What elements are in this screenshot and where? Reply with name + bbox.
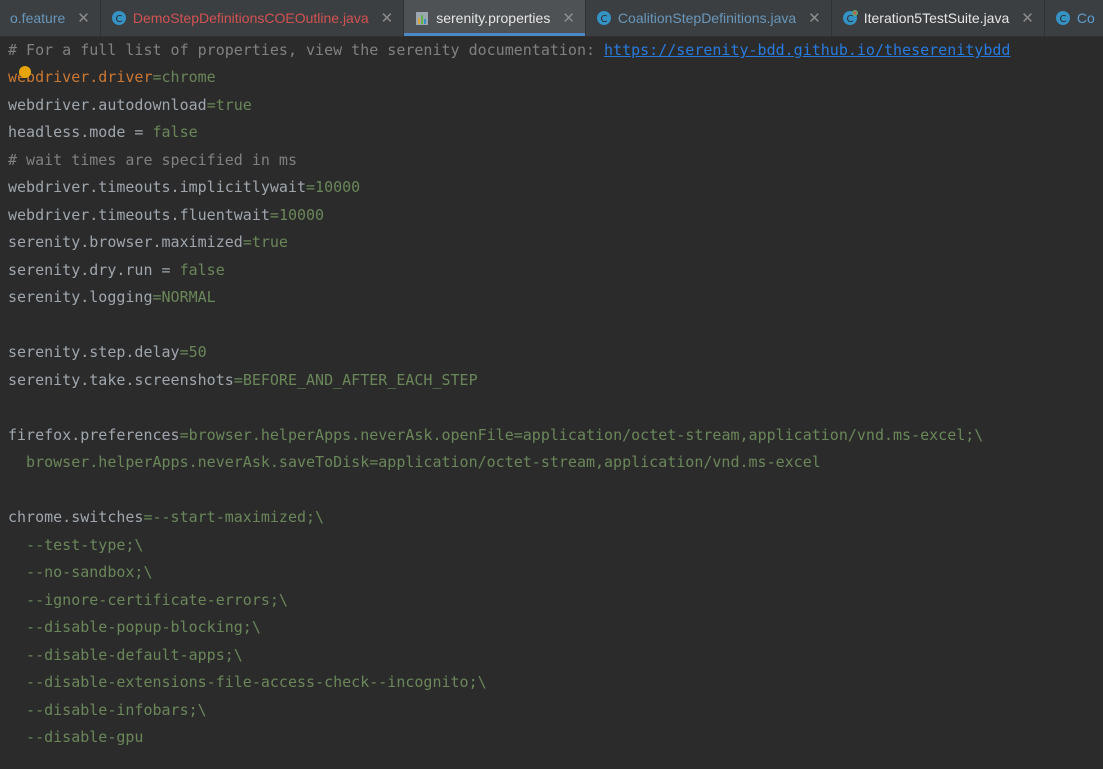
code-line: serenity.dry.run = false xyxy=(8,261,225,279)
code-line: webdriver.timeouts.implicitlywait=10000 xyxy=(8,178,361,196)
close-icon[interactable]: ✕ xyxy=(808,9,821,27)
tab-demo-step-definitions[interactable]: C DemoStepDefinitionsCOEOutline.java ✕ xyxy=(101,0,405,36)
code-line: --ignore-certificate-errors;\ xyxy=(8,591,288,609)
close-icon[interactable]: ✕ xyxy=(562,9,575,27)
close-icon[interactable]: ✕ xyxy=(1021,9,1034,27)
code-line: headless.mode = false xyxy=(8,123,198,141)
tab-label: Co xyxy=(1076,10,1095,26)
code-line: --disable-default-apps;\ xyxy=(8,646,243,664)
tab-feature[interactable]: o.feature ✕ xyxy=(0,0,101,36)
code-line: webdriver.driver=chrome xyxy=(8,68,216,86)
tab-serenity-properties[interactable]: serenity.properties ✕ xyxy=(404,0,586,36)
svg-text:C: C xyxy=(846,14,853,25)
tab-label: o.feature xyxy=(10,10,66,26)
code-line: webdriver.timeouts.fluentwait=10000 xyxy=(8,206,325,224)
svg-text:C: C xyxy=(1059,14,1066,25)
java-test-class-icon: C xyxy=(842,10,858,26)
code-line: --disable-gpu xyxy=(8,728,144,746)
close-icon[interactable]: ✕ xyxy=(77,9,90,27)
tab-co-truncated[interactable]: C Co xyxy=(1045,0,1103,36)
intention-bulb-icon[interactable] xyxy=(19,66,31,78)
documentation-link[interactable]: https://serenity-bdd.github.io/thesereni… xyxy=(604,41,1010,59)
java-class-icon: C xyxy=(596,10,612,26)
properties-file-icon xyxy=(414,10,430,26)
code-line: serenity.take.screenshots=BEFORE_AND_AFT… xyxy=(8,371,478,389)
code-line: --test-type;\ xyxy=(8,536,144,554)
code-line: --disable-popup-blocking;\ xyxy=(8,618,261,636)
code-line: # For a full list of properties, view th… xyxy=(8,41,1011,59)
tab-coalition-step-definitions[interactable]: C CoalitionStepDefinitions.java ✕ xyxy=(586,0,832,36)
tab-iteration5-test-suite[interactable]: C Iteration5TestSuite.java ✕ xyxy=(832,0,1045,36)
tab-label: CoalitionStepDefinitions.java xyxy=(617,10,797,26)
close-icon[interactable]: ✕ xyxy=(381,9,394,27)
code-line: --disable-infobars;\ xyxy=(8,701,207,719)
code-line: --no-sandbox;\ xyxy=(8,563,153,581)
code-line: webdriver.autodownload=true xyxy=(8,96,252,114)
tab-label: Iteration5TestSuite.java xyxy=(863,10,1010,26)
svg-text:C: C xyxy=(600,14,607,25)
tab-label: DemoStepDefinitionsCOEOutline.java xyxy=(132,10,369,26)
code-line: chrome.switches=--start-maximized;\ xyxy=(8,508,325,526)
editor-tab-bar: o.feature ✕ C DemoStepDefinitionsCOEOutl… xyxy=(0,0,1103,37)
code-line: serenity.browser.maximized=true xyxy=(8,233,288,251)
code-line: serenity.logging=NORMAL xyxy=(8,288,216,306)
java-class-icon: C xyxy=(1055,10,1071,26)
java-class-icon: C xyxy=(111,10,127,26)
tab-label: serenity.properties xyxy=(436,10,551,26)
code-line: --disable-extensions-file-access-check--… xyxy=(8,673,487,691)
code-line: browser.helperApps.neverAsk.saveToDisk=a… xyxy=(8,453,821,471)
code-line: # wait times are specified in ms xyxy=(8,151,297,169)
svg-text:C: C xyxy=(115,14,122,25)
code-line: serenity.step.delay=50 xyxy=(8,343,207,361)
code-line: firefox.preferences=browser.helperApps.n… xyxy=(8,426,984,444)
code-editor[interactable]: # For a full list of properties, view th… xyxy=(0,37,1103,769)
